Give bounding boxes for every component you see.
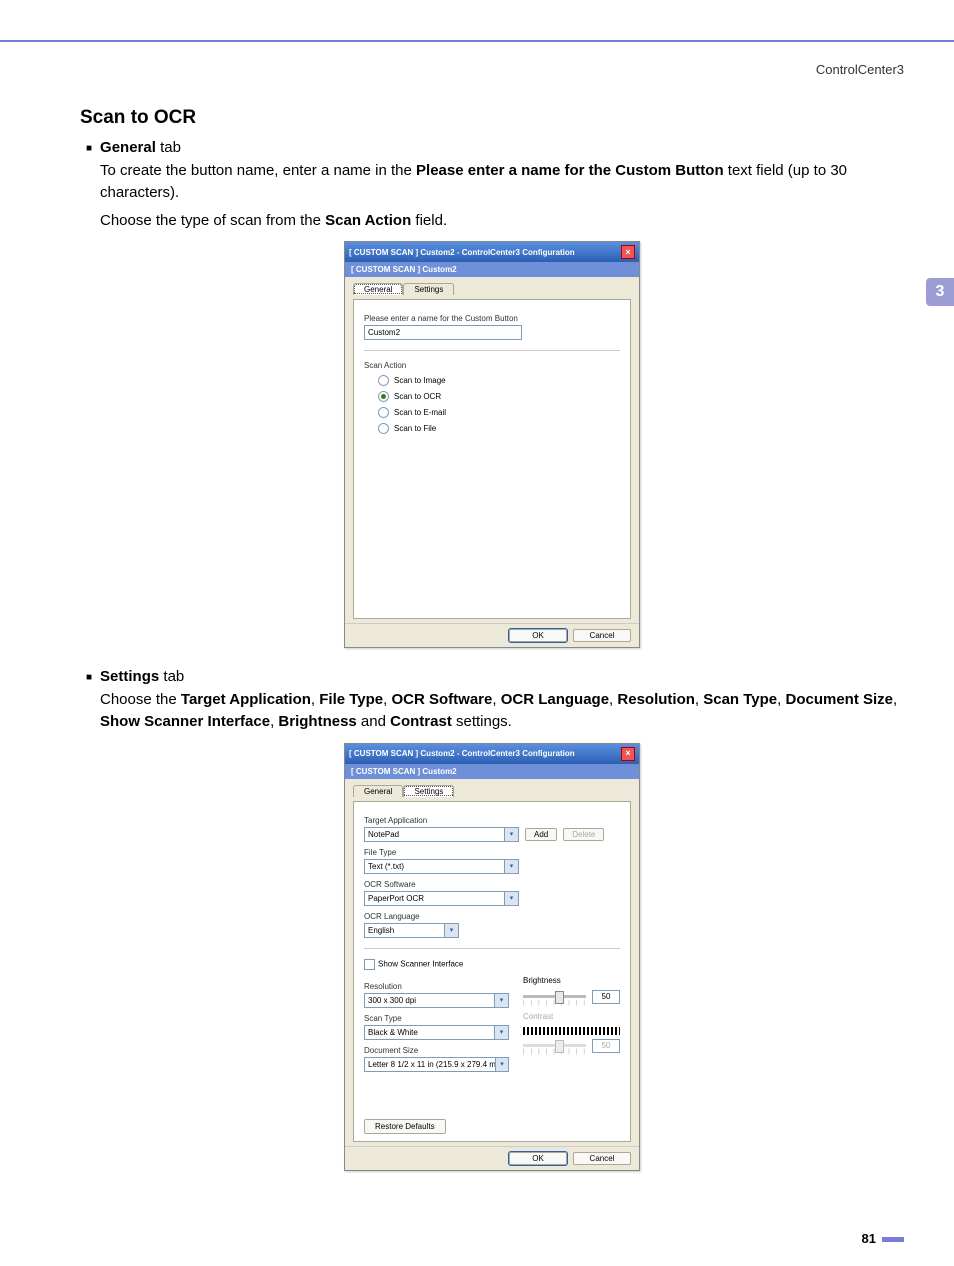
dropdown-resolution[interactable]: 300 x 300 dpi▾ (364, 993, 509, 1008)
dropdown-target-app[interactable]: NotePad▾ (364, 827, 519, 842)
dialog-general: [ CUSTOM SCAN ] Custom2 - ControlCenter3… (344, 241, 640, 648)
general-para-2: Choose the type of scan from the Scan Ac… (100, 210, 904, 232)
bullet-square-icon: ■ (86, 672, 92, 683)
radio-scan-to-image[interactable]: Scan to Image (378, 375, 620, 386)
bullet-general-tab: ■ General tab (86, 139, 904, 156)
dropdown-ocr-language[interactable]: English▾ (364, 923, 459, 938)
dropdown-scan-type[interactable]: Black & White▾ (364, 1025, 509, 1040)
label-custom-name: Please enter a name for the Custom Butto… (364, 314, 620, 323)
chevron-down-icon: ▾ (494, 994, 508, 1007)
dropdown-file-type[interactable]: Text (*.txt)▾ (364, 859, 519, 874)
tab-settings[interactable]: Settings (403, 785, 454, 797)
dialog-title-text: [ CUSTOM SCAN ] Custom2 - ControlCenter3… (349, 248, 575, 257)
radio-icon (378, 391, 389, 402)
radio-icon (378, 423, 389, 434)
chevron-down-icon: ▾ (504, 828, 518, 841)
tab-general[interactable]: General (353, 283, 403, 295)
dialog-title-text: [ CUSTOM SCAN ] Custom2 - ControlCenter3… (349, 749, 575, 758)
close-icon[interactable]: × (621, 747, 635, 761)
cancel-button[interactable]: Cancel (573, 1152, 631, 1165)
chapter-number: 3 (936, 283, 945, 301)
input-custom-name[interactable]: Custom2 (364, 325, 522, 340)
delete-button[interactable]: Delete (563, 828, 604, 841)
label-resolution: Resolution (364, 982, 509, 991)
page-number: 81 (862, 1231, 876, 1246)
radio-scan-to-email[interactable]: Scan to E-mail (378, 407, 620, 418)
slider-thumb-icon (555, 1040, 564, 1053)
dropdown-document-size[interactable]: Letter 8 1/2 x 11 in (215.9 x 279.4 mm)▾ (364, 1057, 509, 1072)
page-footer: 81 (0, 1191, 954, 1266)
dialog-settings: [ CUSTOM SCAN ] Custom2 - ControlCenter3… (344, 743, 640, 1171)
radio-icon (378, 375, 389, 386)
ok-button[interactable]: OK (509, 1152, 567, 1165)
label-scan-type: Scan Type (364, 1014, 509, 1023)
brightness-value[interactable]: 50 (592, 990, 620, 1004)
label-brightness: Brightness (523, 976, 620, 985)
contrast-bar (523, 1027, 620, 1035)
label-ocr-language: OCR Language (364, 912, 620, 921)
chevron-down-icon: ▾ (495, 1058, 508, 1071)
label-document-size: Document Size (364, 1046, 509, 1055)
chevron-down-icon: ▾ (504, 860, 518, 873)
checkbox-show-scanner[interactable]: Show Scanner Interface (364, 959, 620, 970)
contrast-value: 50 (592, 1039, 620, 1053)
label-file-type: File Type (364, 848, 620, 857)
running-head: ControlCenter3 (0, 42, 954, 107)
settings-para: Choose the Target Application, File Type… (100, 689, 904, 733)
bullet-square-icon: ■ (86, 143, 92, 154)
chevron-down-icon: ▾ (504, 892, 518, 905)
dropdown-ocr-software[interactable]: PaperPort OCR▾ (364, 891, 519, 906)
restore-defaults-button[interactable]: Restore Defaults (364, 1119, 446, 1134)
radio-scan-to-file[interactable]: Scan to File (378, 423, 620, 434)
brightness-slider[interactable]: ||||||||| (523, 988, 586, 1006)
dialog-title-bar: [ CUSTOM SCAN ] Custom2 - ControlCenter3… (345, 242, 639, 262)
radio-icon (378, 407, 389, 418)
chevron-down-icon: ▾ (444, 924, 458, 937)
page-bar-icon (882, 1237, 904, 1242)
divider (364, 350, 620, 351)
ok-button[interactable]: OK (509, 629, 567, 642)
tab-general[interactable]: General (353, 785, 403, 797)
label-ocr-software: OCR Software (364, 880, 620, 889)
tab-settings[interactable]: Settings (403, 283, 454, 295)
checkbox-icon (364, 959, 375, 970)
divider (364, 948, 620, 949)
label-scan-action: Scan Action (364, 361, 620, 370)
chevron-down-icon: ▾ (494, 1026, 508, 1039)
section-title: Scan to OCR (80, 107, 904, 129)
tab-word: tab (159, 668, 184, 685)
dialog-title-bar: [ CUSTOM SCAN ] Custom2 - ControlCenter3… (345, 744, 639, 764)
add-button[interactable]: Add (525, 828, 557, 841)
label-contrast: Contrast (523, 1012, 620, 1021)
label-target-app: Target Application (364, 816, 620, 825)
settings-tab-label: Settings (100, 668, 159, 685)
radio-scan-to-ocr[interactable]: Scan to OCR (378, 391, 620, 402)
tab-strip: General Settings (353, 283, 631, 295)
cancel-button[interactable]: Cancel (573, 629, 631, 642)
close-icon[interactable]: × (621, 245, 635, 259)
contrast-slider[interactable]: ||||||||| (523, 1037, 586, 1055)
general-tab-label: General (100, 139, 156, 156)
dialog-subtitle: [ CUSTOM SCAN ] Custom2 (345, 764, 639, 779)
tab-strip: General Settings (353, 785, 631, 797)
dialog-subtitle: [ CUSTOM SCAN ] Custom2 (345, 262, 639, 277)
bullet-settings-tab: ■ Settings tab (86, 668, 904, 685)
chapter-thumb-tab: 3 (926, 278, 954, 306)
tab-word: tab (156, 139, 181, 156)
slider-thumb-icon (555, 991, 564, 1004)
general-para-1: To create the button name, enter a name … (100, 160, 904, 204)
